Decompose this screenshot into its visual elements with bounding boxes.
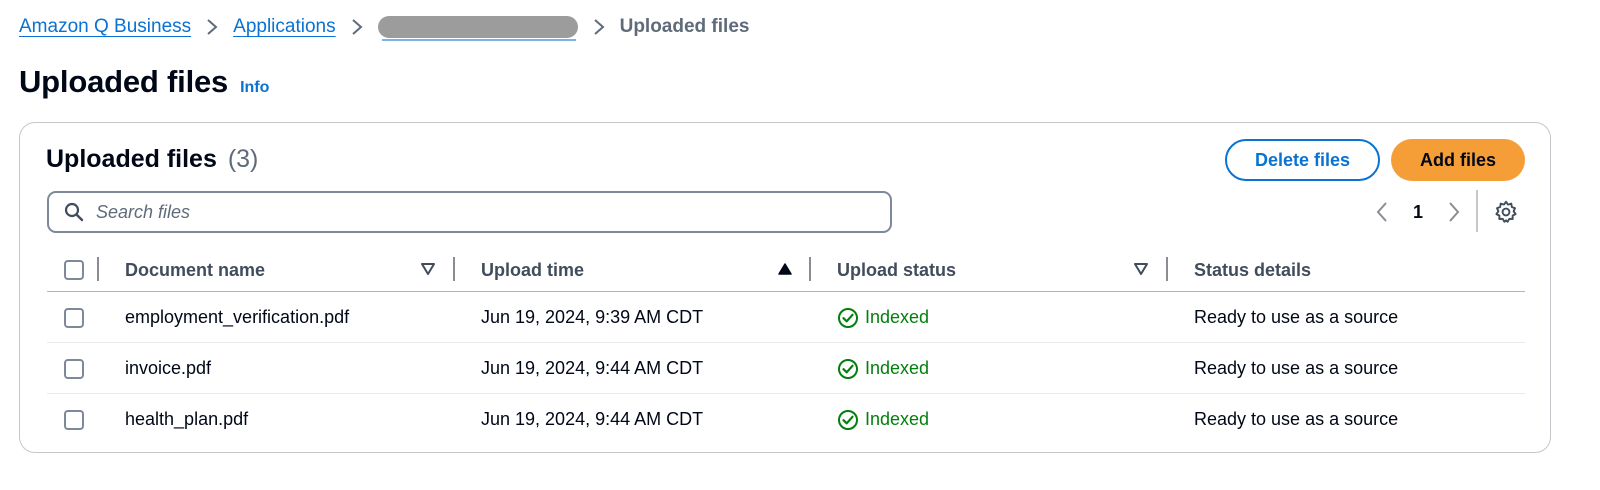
upload-status-text: Indexed (865, 358, 930, 378)
upload-status: Indexed (837, 343, 929, 394)
table-header: Document name Upload time Upload status … (47, 248, 1525, 292)
status-details: Ready to use as a source (1194, 409, 1399, 429)
column-divider (97, 257, 99, 281)
add-files-button[interactable]: Add files (1391, 139, 1525, 181)
chevron-right-icon (191, 18, 233, 36)
file-count: (3) (227, 145, 259, 173)
pagination: 1 (1370, 197, 1466, 227)
chevron-right-icon[interactable] (1442, 197, 1466, 227)
upload-status-text: Indexed (865, 307, 930, 327)
toolbar-divider (1476, 190, 1478, 232)
status-details: Ready to use as a source (1194, 358, 1399, 378)
gear-icon[interactable] (1494, 200, 1518, 224)
status-details: Ready to use as a source (1194, 307, 1399, 327)
uploaded-files-panel: Uploaded files (3) Delete files Add file… (19, 122, 1551, 453)
table-row[interactable]: health_plan.pdf Jun 19, 2024, 9:44 AM CD… (47, 394, 1525, 445)
sort-triangle-icon[interactable] (420, 261, 436, 277)
chevron-right-icon (336, 18, 378, 36)
breadcrumb-link-applications[interactable]: Applications (233, 16, 335, 38)
page-number[interactable]: 1 (1394, 202, 1442, 223)
panel-title-text: Uploaded files (46, 145, 217, 173)
upload-time: Jun 19, 2024, 9:39 AM CDT (481, 307, 704, 327)
chevron-right-icon (578, 18, 620, 36)
document-name: health_plan.pdf (125, 409, 249, 429)
sort-triangle-icon[interactable] (777, 261, 793, 277)
column-divider (1166, 257, 1168, 281)
check-circle-icon (838, 358, 858, 379)
row-checkbox[interactable] (64, 307, 84, 328)
breadcrumb-current: Uploaded files (619, 16, 750, 37)
row-checkbox[interactable] (64, 409, 84, 430)
info-link[interactable]: Info (240, 79, 269, 97)
column-header-upload-status[interactable]: Upload status (837, 248, 956, 292)
row-select-cell (64, 292, 84, 343)
row-select-cell (64, 343, 84, 394)
table-row[interactable]: invoice.pdf Jun 19, 2024, 9:44 AM CDT In… (47, 343, 1525, 394)
panel-title: Uploaded files (3) (46, 145, 258, 174)
page-header: Uploaded files Info (19, 64, 269, 100)
breadcrumb: Amazon Q Business Applications Uploaded … (19, 12, 749, 42)
files-table: Document name Upload time Upload status … (47, 248, 1525, 445)
sort-triangle-icon[interactable] (1133, 261, 1149, 277)
column-header-document-name[interactable]: Document name (125, 248, 265, 292)
page-title: Uploaded files (19, 64, 229, 99)
upload-time: Jun 19, 2024, 9:44 AM CDT (481, 358, 704, 378)
column-header-upload-time[interactable]: Upload time (481, 248, 584, 292)
check-circle-icon (838, 409, 858, 430)
search-box (47, 191, 892, 233)
select-all-checkbox[interactable] (64, 260, 84, 280)
breadcrumb-link-redacted[interactable] (377, 16, 578, 41)
document-name: employment_verification.pdf (125, 307, 350, 327)
row-select-cell (64, 394, 84, 445)
document-name: invoice.pdf (125, 358, 212, 378)
chevron-left-icon[interactable] (1370, 197, 1394, 227)
breadcrumb-link-amazon-q-business[interactable]: Amazon Q Business (19, 16, 191, 38)
column-header-status-details: Status details (1194, 259, 1312, 280)
delete-files-button[interactable]: Delete files (1225, 139, 1380, 181)
column-divider (809, 257, 811, 281)
upload-status-text: Indexed (865, 409, 930, 429)
column-divider (453, 257, 455, 281)
search-input[interactable] (96, 201, 856, 223)
table-row[interactable]: employment_verification.pdf Jun 19, 2024… (47, 292, 1525, 343)
upload-status: Indexed (837, 394, 929, 445)
check-circle-icon (838, 307, 858, 328)
search-icon (64, 202, 84, 222)
upload-status: Indexed (837, 292, 929, 343)
row-checkbox[interactable] (64, 358, 84, 379)
upload-time: Jun 19, 2024, 9:44 AM CDT (481, 409, 704, 429)
select-all-cell (64, 248, 84, 292)
